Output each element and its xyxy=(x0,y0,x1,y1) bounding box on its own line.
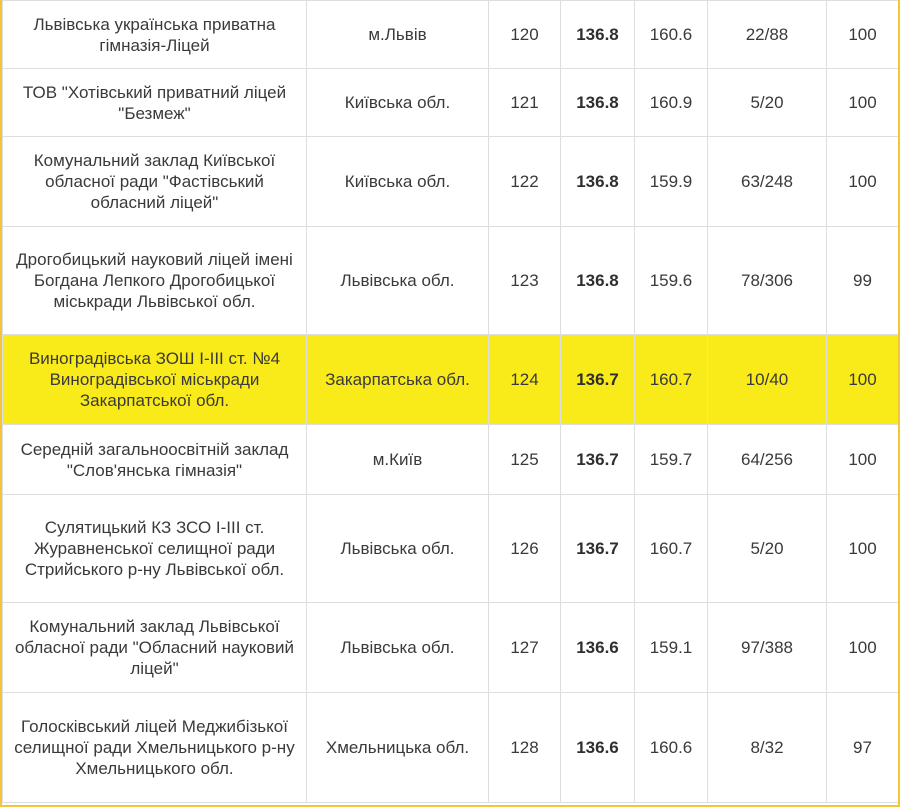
ratio-cell: 8/32 xyxy=(707,692,827,803)
score-cell: 136.6 xyxy=(560,602,635,693)
rank-cell: 126 xyxy=(488,494,561,603)
score-cell: 136.8 xyxy=(560,136,635,227)
score-cell: 136.8 xyxy=(560,68,635,137)
school-name-cell: Дрогобицький науковий ліцей імені Богдан… xyxy=(2,226,307,335)
max-score-cell: 160.6 xyxy=(634,0,708,69)
region-cell: Львівська обл. xyxy=(306,602,489,693)
region-cell: Київська обл. xyxy=(306,68,489,137)
rank-cell: 121 xyxy=(488,68,561,137)
percent-cell: 97 xyxy=(826,692,898,803)
ratio-cell: 5/20 xyxy=(707,68,827,137)
table-row: Дрогобицький науковий ліцей імені Богдан… xyxy=(2,226,898,335)
rank-cell: 125 xyxy=(488,424,561,495)
school-rating-table: Львівська українська приватна гімназія-Л… xyxy=(2,0,898,803)
percent-cell: 100 xyxy=(826,136,898,227)
percent-cell: 100 xyxy=(826,494,898,603)
max-score-cell: 159.6 xyxy=(634,226,708,335)
region-cell: м.Київ xyxy=(306,424,489,495)
region-cell: Львівська обл. xyxy=(306,494,489,603)
max-score-cell: 159.7 xyxy=(634,424,708,495)
percent-cell: 99 xyxy=(826,226,898,335)
max-score-cell: 160.7 xyxy=(634,334,708,425)
table-row: Середній загальноосвітній заклад "Слов'я… xyxy=(2,424,898,495)
region-cell: м.Львів xyxy=(306,0,489,69)
rank-cell: 128 xyxy=(488,692,561,803)
table-row: ТОВ "Хотівський приватний ліцей "Безмеж"… xyxy=(2,68,898,137)
rank-cell: 123 xyxy=(488,226,561,335)
ratio-cell: 22/88 xyxy=(707,0,827,69)
percent-cell: 100 xyxy=(826,602,898,693)
region-cell: Хмельницька обл. xyxy=(306,692,489,803)
score-cell: 136.8 xyxy=(560,226,635,335)
school-name-cell: ТОВ "Хотівський приватний ліцей "Безмеж" xyxy=(2,68,307,137)
max-score-cell: 159.1 xyxy=(634,602,708,693)
percent-cell: 100 xyxy=(826,334,898,425)
ratio-cell: 10/40 xyxy=(707,334,827,425)
school-name-cell: Комунальний заклад Київської обласної ра… xyxy=(2,136,307,227)
table-row: Комунальний заклад Львівської обласної р… xyxy=(2,602,898,693)
score-cell: 136.7 xyxy=(560,334,635,425)
region-cell: Закарпатська обл. xyxy=(306,334,489,425)
score-cell: 136.6 xyxy=(560,692,635,803)
school-name-cell: Комунальний заклад Львівської обласної р… xyxy=(2,602,307,693)
table-row: Львівська українська приватна гімназія-Л… xyxy=(2,0,898,69)
max-score-cell: 160.7 xyxy=(634,494,708,603)
ratio-cell: 63/248 xyxy=(707,136,827,227)
percent-cell: 100 xyxy=(826,424,898,495)
rank-cell: 127 xyxy=(488,602,561,693)
max-score-cell: 160.6 xyxy=(634,692,708,803)
table-row-highlighted: Виноградівська ЗОШ І-ІІІ ст. №4 Виноград… xyxy=(2,334,898,425)
rank-cell: 120 xyxy=(488,0,561,69)
school-name-cell: Виноградівська ЗОШ І-ІІІ ст. №4 Виноград… xyxy=(2,334,307,425)
table-row: Комунальний заклад Київської обласної ра… xyxy=(2,136,898,227)
school-name-cell: Сулятицький КЗ ЗСО І-ІІІ ст. Журавненськ… xyxy=(2,494,307,603)
rank-cell: 124 xyxy=(488,334,561,425)
ratio-cell: 97/388 xyxy=(707,602,827,693)
percent-cell: 100 xyxy=(826,68,898,137)
percent-cell: 100 xyxy=(826,0,898,69)
school-name-cell: Середній загальноосвітній заклад "Слов'я… xyxy=(2,424,307,495)
max-score-cell: 159.9 xyxy=(634,136,708,227)
score-cell: 136.7 xyxy=(560,424,635,495)
rating-table-frame: Львівська українська приватна гімназія-Л… xyxy=(0,0,900,807)
max-score-cell: 160.9 xyxy=(634,68,708,137)
score-cell: 136.8 xyxy=(560,0,635,69)
ratio-cell: 78/306 xyxy=(707,226,827,335)
ratio-cell: 64/256 xyxy=(707,424,827,495)
region-cell: Київська обл. xyxy=(306,136,489,227)
school-name-cell: Львівська українська приватна гімназія-Л… xyxy=(2,0,307,69)
region-cell: Львівська обл. xyxy=(306,226,489,335)
table-row: Голосківський ліцей Меджибізької селищно… xyxy=(2,692,898,803)
table-row: Сулятицький КЗ ЗСО І-ІІІ ст. Журавненськ… xyxy=(2,494,898,603)
rank-cell: 122 xyxy=(488,136,561,227)
ratio-cell: 5/20 xyxy=(707,494,827,603)
score-cell: 136.7 xyxy=(560,494,635,603)
school-name-cell: Голосківський ліцей Меджибізької селищно… xyxy=(2,692,307,803)
